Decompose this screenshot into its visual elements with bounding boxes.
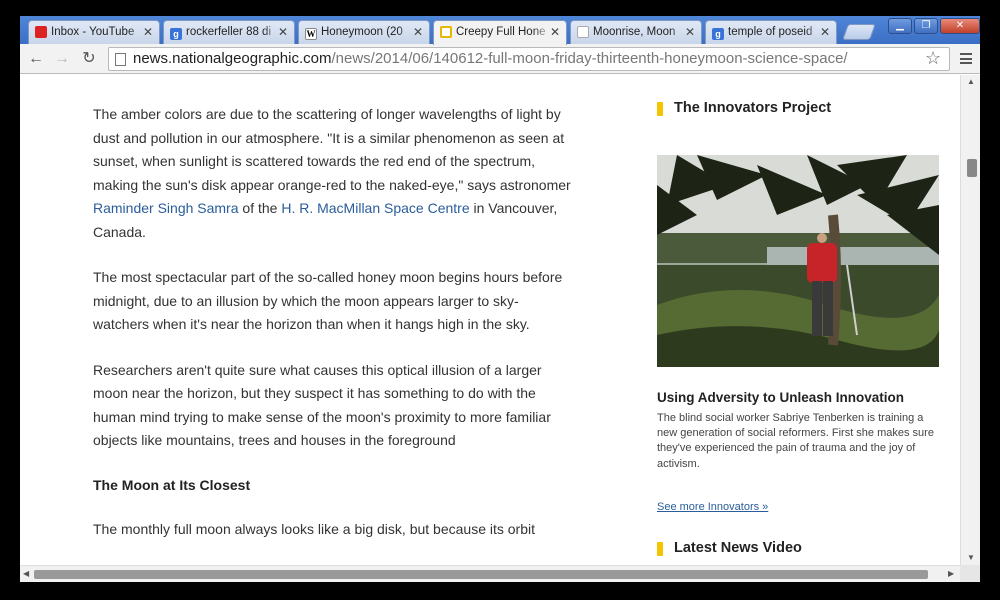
tab-moonrise[interactable]: Moonrise, Moon ✕	[570, 20, 702, 44]
moon-icon	[577, 26, 589, 38]
article-body: The amber colors are due to the scatteri…	[93, 75, 573, 564]
tab-title: Honeymoon (20	[321, 26, 403, 38]
bookmark-star-icon[interactable]: ☆	[925, 48, 941, 69]
tab-title: Creepy Full Hone	[456, 26, 546, 38]
heading-text: Latest News Video	[674, 540, 802, 556]
see-more-innovators-link[interactable]: See more Innovators »	[657, 501, 768, 513]
innovator-caption-title[interactable]: Using Adversity to Unleash Innovation	[657, 390, 904, 405]
article-paragraph: The amber colors are due to the scatteri…	[93, 103, 573, 244]
raminder-samra-link[interactable]: Raminder Singh Samra	[93, 200, 239, 216]
scroll-left-arrow-icon[interactable]: ◀	[23, 569, 29, 578]
tab-close-icon[interactable]: ✕	[143, 25, 153, 39]
page-icon	[115, 53, 126, 66]
vertical-scrollbar[interactable]: ▲ ▼	[960, 75, 980, 565]
tab-temple-of-poseidon[interactable]: g temple of poseid ✕	[705, 20, 837, 44]
horizontal-scrollbar-thumb[interactable]	[34, 570, 928, 579]
maximize-button[interactable]: ❐	[914, 18, 938, 34]
horizontal-scrollbar[interactable]: ◀ ▶	[20, 565, 960, 582]
scroll-down-arrow-icon[interactable]: ▼	[967, 553, 975, 562]
macmillan-space-centre-link[interactable]: H. R. MacMillan Space Centre	[281, 200, 469, 216]
new-tab-button[interactable]	[842, 24, 876, 40]
innovator-photo[interactable]	[657, 155, 939, 367]
innovator-caption-text: The blind social worker Sabriye Tenberke…	[657, 412, 934, 470]
paragraph-text: The amber colors are due to the scatteri…	[93, 106, 571, 193]
youtube-icon	[35, 26, 47, 38]
scrollbar-corner	[960, 565, 980, 582]
minimize-button[interactable]: ▁	[888, 18, 912, 34]
article-paragraph: The monthly full moon always looks like …	[93, 521, 535, 537]
browser-window: Inbox - YouTube ✕ g rockerfeller 88 di ✕ WH…	[20, 16, 980, 582]
tab-title: Moonrise, Moon	[593, 26, 676, 38]
page-content: The amber colors are due to the scatteri…	[20, 75, 960, 565]
document-icon	[440, 26, 452, 38]
innovator-photo-image	[657, 155, 939, 367]
close-window-button[interactable]: ✕	[940, 18, 980, 34]
address-bar[interactable]: news.nationalgeographic.com/news/2014/06…	[108, 47, 950, 71]
google-icon: g	[170, 28, 182, 40]
heading-marker	[657, 542, 663, 556]
url-domain: news.nationalgeographic.com	[133, 50, 332, 67]
tab-close-icon[interactable]: ✕	[820, 25, 830, 39]
tab-google-search[interactable]: g rockerfeller 88 di ✕	[163, 20, 295, 44]
reload-icon[interactable]: ↻	[79, 49, 99, 69]
tab-title: rockerfeller 88 di	[186, 26, 272, 38]
vertical-scrollbar-thumb[interactable]	[967, 159, 977, 177]
tab-close-icon[interactable]: ✕	[685, 25, 695, 39]
tab-title: temple of poseid	[728, 26, 813, 38]
back-arrow-icon[interactable]: ←	[26, 49, 46, 69]
tab-close-icon[interactable]: ✕	[413, 25, 423, 39]
toolbar: ← → ↻ news.nationalgeographic.com/news/2…	[20, 44, 980, 74]
heading-marker	[657, 102, 663, 116]
google-icon: g	[712, 28, 724, 40]
tab-close-icon[interactable]: ✕	[550, 25, 560, 39]
tab-creepy-full-honeymoon[interactable]: Creepy Full Hone ✕	[433, 20, 567, 45]
tab-strip: Inbox - YouTube ✕ g rockerfeller 88 di ✕ WH…	[20, 16, 980, 45]
article-paragraph: Researchers aren't quite sure what cause…	[93, 361, 551, 449]
article-subheading: The Moon at Its Closest	[93, 476, 251, 493]
forward-arrow-icon[interactable]: →	[52, 49, 72, 69]
scroll-right-arrow-icon[interactable]: ▶	[948, 569, 954, 578]
article-paragraph: The most spectacular part of the so-call…	[93, 269, 563, 332]
tab-inbox-youtube[interactable]: Inbox - YouTube ✕	[28, 20, 160, 44]
wikipedia-icon: W	[305, 28, 317, 40]
tab-title: Inbox - YouTube	[51, 26, 135, 38]
latest-news-video-heading: Latest News Video	[657, 540, 802, 556]
innovators-heading: The Innovators Project	[657, 100, 831, 116]
url-path: /news/2014/06/140612-full-moon-friday-th…	[331, 50, 848, 67]
menu-icon[interactable]	[960, 53, 972, 64]
tab-close-icon[interactable]: ✕	[278, 25, 288, 39]
tab-wikipedia-honeymoon[interactable]: W Honeymoon (20 ✕	[298, 20, 430, 44]
heading-text: The Innovators Project	[674, 100, 832, 116]
paragraph-text: of the	[238, 200, 282, 216]
scroll-up-arrow-icon[interactable]: ▲	[967, 77, 975, 86]
